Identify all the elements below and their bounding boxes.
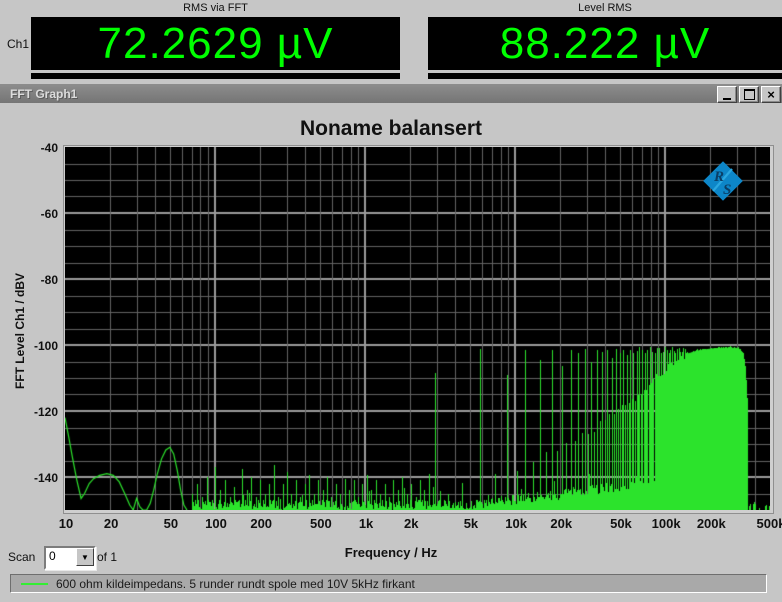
x-tick-label: 10 bbox=[58, 516, 74, 531]
x-tick-label: 10k bbox=[505, 516, 527, 531]
minimize-button[interactable] bbox=[717, 86, 737, 103]
meter-display-level-rms: 88.222 µV bbox=[428, 17, 782, 70]
x-tick-label: 20 bbox=[103, 516, 119, 531]
fft-plot[interactable] bbox=[65, 147, 770, 510]
x-tick-label: 50k bbox=[610, 516, 632, 531]
x-tick-label: 1k bbox=[358, 516, 374, 531]
meter-display-rms-fft: 72.2629 µV bbox=[31, 17, 400, 70]
y-tick-label: -40 bbox=[40, 141, 58, 155]
y-tick-label: -80 bbox=[40, 273, 58, 287]
rohde-schwarz-logo-icon: R S bbox=[703, 161, 743, 201]
window-titlebar[interactable]: FFT Graph1 bbox=[0, 84, 782, 103]
meter-value-right: 88.222 µV bbox=[499, 18, 711, 68]
app-screen: RMS via FFT Level RMS Ch1 72.2629 µV 88.… bbox=[0, 0, 782, 602]
chart-title: Noname balansert bbox=[299, 117, 483, 140]
x-tick-label: 500k bbox=[756, 516, 782, 531]
x-tick-label: 2k bbox=[403, 516, 419, 531]
meter-subbar-right bbox=[428, 73, 782, 79]
legend-strip: 600 ohm kildeimpedans. 5 runder rundt sp… bbox=[10, 574, 767, 593]
y-tick-label: -60 bbox=[40, 207, 58, 221]
plot-frame bbox=[63, 145, 774, 514]
x-tick-label: 500 bbox=[310, 516, 332, 531]
maximize-button[interactable] bbox=[739, 86, 759, 103]
meter-left-title: RMS via FFT bbox=[183, 2, 248, 14]
legend-label: 600 ohm kildeimpedans. 5 runder rundt sp… bbox=[56, 576, 415, 591]
maximize-icon bbox=[743, 89, 755, 100]
meter-right-title: Level RMS bbox=[578, 2, 632, 14]
x-tick-label: 5k bbox=[463, 516, 479, 531]
y-tick-label: -140 bbox=[33, 471, 58, 485]
meter-value-left: 72.2629 µV bbox=[97, 18, 334, 68]
x-tick-label: 20k bbox=[550, 516, 573, 531]
x-tick-label: 100 bbox=[205, 516, 227, 531]
y-tick-label: -120 bbox=[33, 405, 58, 419]
legend-trace-line bbox=[21, 582, 48, 585]
x-tick-label: 200k bbox=[696, 516, 726, 531]
close-button[interactable]: × bbox=[761, 86, 781, 103]
x-tick-label: 200 bbox=[250, 516, 273, 531]
window-title: FFT Graph1 bbox=[10, 86, 78, 101]
minimize-icon bbox=[723, 97, 731, 100]
meter-subbar-left bbox=[31, 73, 400, 79]
y-tick-label: -100 bbox=[33, 339, 58, 353]
channel-label: Ch1 bbox=[7, 37, 30, 51]
x-tick-label: 100k bbox=[651, 516, 681, 531]
x-tick-label: 50 bbox=[163, 516, 179, 531]
close-icon: × bbox=[767, 87, 775, 102]
svg-text:S: S bbox=[723, 182, 731, 198]
x-axis-label: Frequency / Hz bbox=[344, 545, 438, 560]
